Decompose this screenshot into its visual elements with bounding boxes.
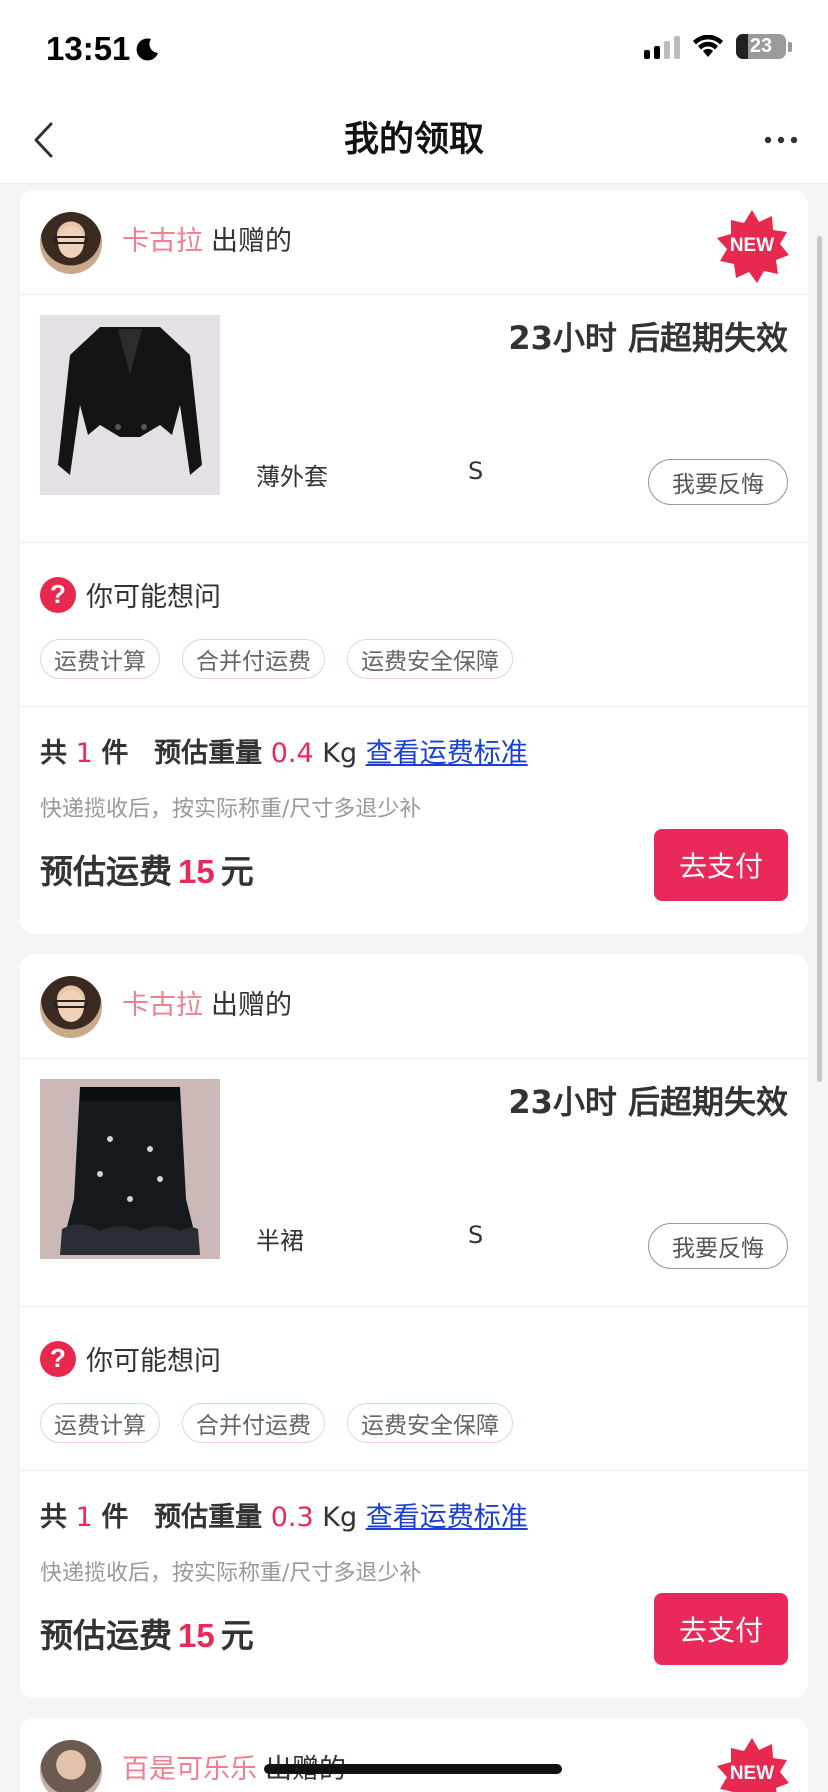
skirt-image bbox=[40, 1079, 220, 1259]
claim-card: 卡古拉 出赠的 23小时 后超期失效 半裙 S 我要反悔 ? 你可能想问 运费计… bbox=[20, 954, 808, 1698]
faq-tags: 运费计算 合并付运费 运费安全保障 bbox=[40, 639, 513, 679]
pay-button[interactable]: 去支付 bbox=[654, 1593, 788, 1665]
fee-line: 预估运费 15 元 bbox=[40, 1609, 254, 1657]
shipping-summary: 共 1 件 预估重量 0.4 Kg 查看运费标准 快递揽收后，按实际称重/尺寸多… bbox=[20, 707, 808, 934]
faq-title: ? 你可能想问 bbox=[40, 1339, 221, 1378]
shipping-note: 快递揽收后，按实际称重/尺寸多退少补 bbox=[40, 1561, 422, 1586]
jacket-image bbox=[40, 315, 220, 495]
product-size: S bbox=[468, 1221, 484, 1249]
card-header: 百是可乐乐出赠的 NEW bbox=[20, 1718, 808, 1792]
regret-button[interactable]: 我要反悔 bbox=[648, 459, 788, 505]
shipping-standard-link[interactable]: 查看运费标准 bbox=[366, 1502, 528, 1533]
expire-text: 23小时 后超期失效 bbox=[508, 319, 788, 357]
shipping-summary: 共 1 件 预估重量 0.3 Kg 查看运费标准 快递揽收后，按实际称重/尺寸多… bbox=[20, 1471, 808, 1698]
expire-text: 23小时 后超期失效 bbox=[508, 1083, 788, 1121]
weight-value: 0.4 bbox=[270, 738, 314, 769]
new-badge-text: NEW bbox=[729, 235, 775, 256]
count-prefix: 共 bbox=[40, 738, 67, 769]
fee-value: 15 bbox=[178, 853, 215, 890]
faq-title-text: 你可能想问 bbox=[86, 582, 221, 613]
weight-label: 预估重量 bbox=[154, 1502, 263, 1533]
count-unit: 件 bbox=[101, 738, 129, 769]
product-size: S bbox=[468, 457, 484, 485]
page-title: 我的领取 bbox=[343, 120, 484, 160]
shipping-standard-link[interactable]: 查看运费标准 bbox=[366, 738, 528, 769]
status-time: 13:51 bbox=[46, 30, 160, 68]
giver-suffix: 出赠的 bbox=[211, 990, 292, 1021]
battery-icon: 23 bbox=[736, 34, 792, 59]
summary-line: 共 1 件 预估重量 0.3 Kg 查看运费标准 bbox=[40, 1495, 528, 1534]
regret-button[interactable]: 我要反悔 bbox=[648, 1223, 788, 1269]
product-image[interactable] bbox=[40, 1079, 220, 1259]
pay-button[interactable]: 去支付 bbox=[654, 829, 788, 901]
avatar[interactable] bbox=[40, 976, 102, 1038]
avatar[interactable] bbox=[40, 212, 102, 274]
item-count: 1 bbox=[75, 738, 93, 769]
fee-line: 预估运费 15 元 bbox=[40, 845, 254, 893]
battery-level: 23 bbox=[749, 35, 773, 57]
giver-name[interactable]: 百是可乐乐 bbox=[122, 1754, 257, 1785]
fee-unit: 元 bbox=[220, 1616, 254, 1655]
giver-name[interactable]: 卡古拉 bbox=[122, 226, 203, 257]
status-indicators: 23 bbox=[644, 34, 792, 59]
faq-tags: 运费计算 合并付运费 运费安全保障 bbox=[40, 1403, 513, 1443]
moon-icon bbox=[136, 38, 159, 61]
nav-bar: 我的领取 bbox=[0, 96, 828, 184]
fee-label: 预估运费 bbox=[40, 852, 172, 891]
shipping-note: 快递揽收后，按实际称重/尺寸多退少补 bbox=[40, 797, 422, 822]
fee-value: 15 bbox=[178, 1617, 215, 1654]
product-image[interactable] bbox=[40, 315, 220, 495]
faq-tag[interactable]: 合并付运费 bbox=[182, 639, 325, 679]
weight-unit: Kg bbox=[322, 738, 358, 769]
faq-title: ? 你可能想问 bbox=[40, 575, 221, 614]
count-unit: 件 bbox=[101, 1502, 129, 1533]
question-icon: ? bbox=[40, 1340, 76, 1377]
weight-unit: Kg bbox=[322, 1502, 358, 1533]
avatar[interactable] bbox=[40, 1740, 102, 1792]
more-icon[interactable] bbox=[756, 118, 806, 162]
card-header: 卡古拉 出赠的 bbox=[20, 954, 808, 1059]
product-name: 半裙 bbox=[256, 1227, 304, 1255]
signal-icon bbox=[644, 35, 680, 59]
clock-text: 13:51 bbox=[46, 30, 131, 67]
faq-section: ? 你可能想问 运费计算 合并付运费 运费安全保障 bbox=[20, 1307, 808, 1471]
giver-info: 卡古拉 出赠的 bbox=[122, 224, 292, 260]
question-icon: ? bbox=[40, 576, 76, 613]
claim-list: 卡古拉 出赠的 NEW 23小时 后超期失效 薄外套 S 我要反悔 ? 你可能想… bbox=[20, 190, 808, 1792]
faq-section: ? 你可能想问 运费计算 合并付运费 运费安全保障 bbox=[20, 543, 808, 707]
product-row: 23小时 后超期失效 薄外套 S 我要反悔 bbox=[20, 295, 808, 543]
faq-title-text: 你可能想问 bbox=[86, 1346, 221, 1377]
summary-line: 共 1 件 预估重量 0.4 Kg 查看运费标准 bbox=[40, 731, 528, 770]
home-indicator[interactable] bbox=[264, 1764, 562, 1774]
giver-suffix: 出赠的 bbox=[211, 226, 292, 257]
wifi-icon bbox=[693, 34, 723, 57]
new-badge: NEW bbox=[714, 1736, 790, 1792]
faq-tag[interactable]: 运费计算 bbox=[40, 639, 160, 679]
card-header: 卡古拉 出赠的 NEW bbox=[20, 190, 808, 295]
new-badge: NEW bbox=[714, 208, 790, 284]
new-badge-text: NEW bbox=[729, 1763, 775, 1784]
product-name: 薄外套 bbox=[256, 463, 328, 491]
fee-unit: 元 bbox=[220, 852, 254, 891]
faq-tag[interactable]: 运费计算 bbox=[40, 1403, 160, 1443]
giver-name[interactable]: 卡古拉 bbox=[122, 990, 203, 1021]
faq-tag[interactable]: 合并付运费 bbox=[182, 1403, 325, 1443]
scrollbar[interactable] bbox=[817, 236, 822, 1082]
giver-info: 卡古拉 出赠的 bbox=[122, 988, 292, 1024]
status-bar: 13:51 23 bbox=[0, 0, 828, 96]
faq-tag[interactable]: 运费安全保障 bbox=[347, 639, 513, 679]
claim-card: 卡古拉 出赠的 NEW 23小时 后超期失效 薄外套 S 我要反悔 ? 你可能想… bbox=[20, 190, 808, 934]
fee-label: 预估运费 bbox=[40, 1616, 172, 1655]
faq-tag[interactable]: 运费安全保障 bbox=[347, 1403, 513, 1443]
item-count: 1 bbox=[75, 1502, 93, 1533]
product-row: 23小时 后超期失效 半裙 S 我要反悔 bbox=[20, 1059, 808, 1307]
claim-card: 百是可乐乐出赠的 NEW bbox=[20, 1718, 808, 1792]
weight-value: 0.3 bbox=[270, 1502, 314, 1533]
weight-label: 预估重量 bbox=[154, 738, 263, 769]
count-prefix: 共 bbox=[40, 1502, 67, 1533]
